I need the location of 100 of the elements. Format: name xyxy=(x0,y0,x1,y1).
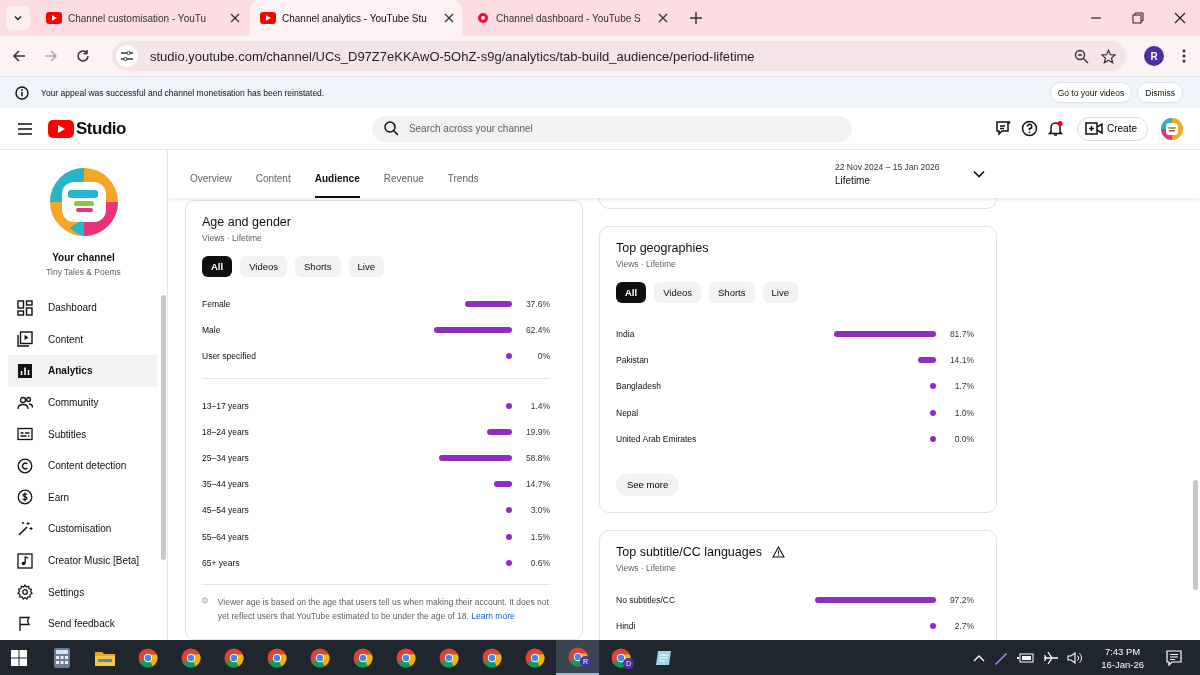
music-icon xyxy=(17,552,33,569)
row-label: 13–17 years xyxy=(202,400,250,411)
filter-chip[interactable]: All xyxy=(616,282,647,303)
reload-icon[interactable] xyxy=(76,49,90,63)
sidebar-item[interactable]: Analytics xyxy=(8,355,157,387)
warning-icon[interactable] xyxy=(771,545,785,558)
notification-bell-icon[interactable] xyxy=(1047,120,1064,137)
browser-tab[interactable]: Channel dashboard - YouTube S xyxy=(464,0,676,36)
row-value: 14.7% xyxy=(524,479,550,490)
folder-icon xyxy=(94,649,115,666)
scrollbar[interactable] xyxy=(161,295,166,560)
analytics-tab[interactable]: Content xyxy=(255,173,291,198)
card-subtitle: Views · Lifetime xyxy=(202,233,263,243)
row-label: India xyxy=(616,329,636,340)
sidebar-item[interactable]: Creator Music [Beta] xyxy=(8,544,157,577)
restore-icon[interactable] xyxy=(1132,12,1144,24)
clock-time[interactable]: 7:43 PM xyxy=(1104,645,1141,657)
row-label: United Arab Emirates xyxy=(616,433,698,444)
see-more-button[interactable]: See more xyxy=(616,473,680,496)
windows-start-icon[interactable] xyxy=(11,649,27,666)
filter-chip[interactable]: Videos xyxy=(654,282,702,303)
filter-chip[interactable]: Videos xyxy=(240,256,288,277)
browser-icon xyxy=(309,647,330,668)
row-label: 25–34 years xyxy=(202,453,250,464)
filter-chip[interactable]: Live xyxy=(348,256,384,277)
close-icon[interactable] xyxy=(658,13,668,23)
card-title: Top geographies xyxy=(616,241,710,255)
date-range-picker[interactable]: 22 Nov 2024 – 15 Jan 2026 Lifetime xyxy=(835,162,985,186)
analytics-tab[interactable]: Audience xyxy=(314,173,360,198)
sidebar-item[interactable]: Settings xyxy=(8,576,157,608)
row-label: 45–54 years xyxy=(202,505,250,516)
filter-chip[interactable]: Live xyxy=(762,282,798,303)
subtitles-icon xyxy=(17,426,33,443)
sidebar-item[interactable]: Subtitles xyxy=(8,418,157,450)
feedback-icon[interactable] xyxy=(995,120,1012,137)
notepad-icon xyxy=(654,648,673,667)
airplane-icon[interactable] xyxy=(1043,649,1060,666)
row-label: User specified xyxy=(202,351,257,362)
profile-avatar[interactable]: R xyxy=(1144,46,1164,66)
caret-icon xyxy=(13,13,23,23)
bar-chart-icon xyxy=(17,363,33,379)
row-value: 97.2% xyxy=(948,595,974,606)
clock-date[interactable]: 16-Jan-26 xyxy=(1101,658,1144,670)
channel-name: Tiny Tales & Poems xyxy=(46,267,121,277)
play-logo-icon xyxy=(46,12,62,24)
create-button[interactable]: Create xyxy=(1077,116,1148,141)
browser-tab[interactable]: Channel customisation - YouTu xyxy=(36,0,248,36)
close-icon[interactable] xyxy=(230,13,240,23)
menu-icon[interactable] xyxy=(1182,49,1186,63)
sidebar-item[interactable]: Dashboard xyxy=(8,292,157,324)
notice-button[interactable]: Dismiss xyxy=(1137,82,1183,103)
sidebar-item[interactable]: Content xyxy=(8,323,157,356)
sidebar-item[interactable]: Earn xyxy=(8,481,157,514)
analytics-tab[interactable]: Revenue xyxy=(383,173,424,198)
site-settings-icon[interactable] xyxy=(116,45,138,67)
chevron-down-icon xyxy=(973,170,985,178)
play-logo-icon xyxy=(48,119,74,138)
row-value: 58.8% xyxy=(524,453,550,464)
filter-chip[interactable]: Shorts xyxy=(709,282,755,303)
browser-icon xyxy=(223,647,244,668)
analytics-tab[interactable]: Overview xyxy=(190,173,232,198)
card-title: Top subtitle/CC languages xyxy=(616,544,762,559)
filter-chip[interactable]: All xyxy=(202,256,233,277)
zoom-icon[interactable] xyxy=(1074,48,1089,64)
sidebar-item[interactable]: Community xyxy=(8,386,157,419)
row-value: 0% xyxy=(536,351,550,362)
row-label: 18–24 years xyxy=(202,426,250,437)
video-icon xyxy=(17,331,33,348)
note-text: Viewer age is based on the age that users tell us when making their account. It does not yet reflect users that YouTube estimated to be under the age of 18. Learn more xyxy=(217,595,550,623)
volume-icon[interactable] xyxy=(1067,650,1084,665)
back-icon[interactable] xyxy=(12,49,26,63)
menu-icon[interactable] xyxy=(18,122,32,135)
address-field[interactable]: studio.youtube.com/channel/UCs_D97Z7eKKAwO-5OhZ-s9g/analytics/tab-build_audience/period-lifetime xyxy=(112,41,1126,71)
close-icon[interactable] xyxy=(444,13,454,23)
notifications-icon[interactable] xyxy=(1166,649,1182,666)
scrollbar[interactable] xyxy=(1193,480,1198,590)
row-label: Female xyxy=(202,299,232,310)
battery-icon[interactable] xyxy=(1017,651,1036,664)
notice-button[interactable]: Go to your videos xyxy=(1049,82,1133,103)
analytics-tab[interactable]: Trends xyxy=(447,173,479,198)
row-value: 0.0% xyxy=(953,433,974,444)
chevron-up-icon[interactable] xyxy=(973,653,986,662)
sidebar-item[interactable]: Customisation xyxy=(8,513,157,545)
close-icon[interactable] xyxy=(1174,12,1186,24)
filter-chip[interactable]: Shorts xyxy=(295,256,341,277)
sidebar-item[interactable]: Send feedback xyxy=(8,607,157,640)
new-tab-icon[interactable] xyxy=(690,12,702,24)
card-subtitle: Views · Lifetime xyxy=(616,562,677,573)
url-text: studio.youtube.com/channel/UCs_D97Z7eKKAwO-5OhZ-s9g/analytics/tab-build_audience/period-lifetime xyxy=(150,48,756,64)
row-value: 1.5% xyxy=(529,531,550,542)
search-field[interactable]: Search across your channel xyxy=(371,115,852,142)
browser-tab[interactable]: Channel analytics - YouTube Stu xyxy=(250,0,462,36)
sidebar-item[interactable]: Content detection xyxy=(8,449,157,482)
logo-text[interactable]: Studio xyxy=(76,118,126,139)
row-label: Bangladesh xyxy=(616,381,662,392)
star-icon[interactable] xyxy=(1101,48,1116,64)
help-icon[interactable] xyxy=(1021,120,1038,137)
learn-more-link[interactable]: Learn more xyxy=(471,610,515,621)
tab-title: Channel dashboard - YouTube S xyxy=(496,12,642,24)
people-icon xyxy=(17,394,33,411)
